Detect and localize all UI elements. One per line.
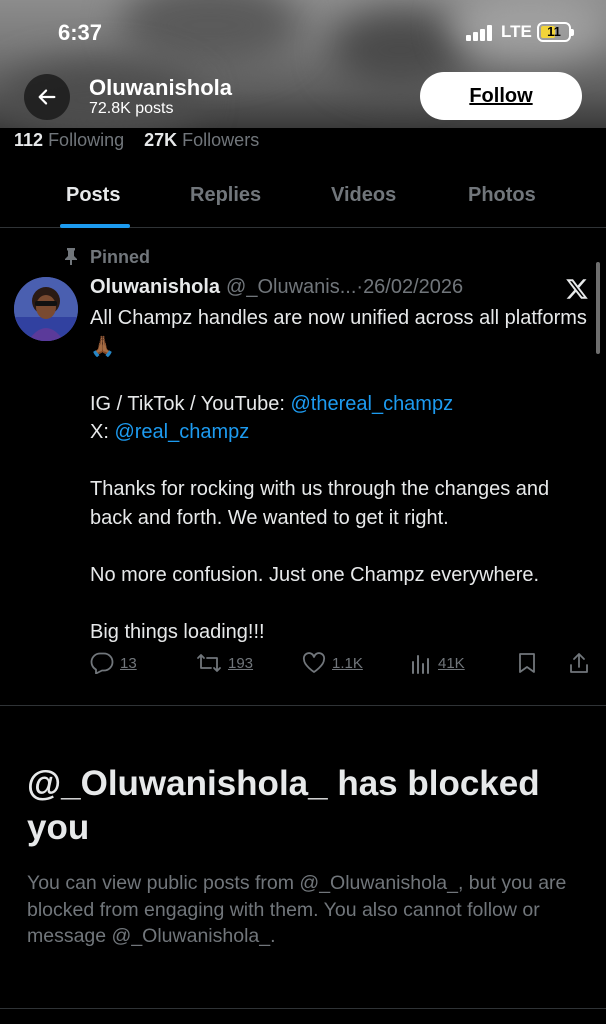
active-tab-indicator	[60, 224, 130, 228]
status-bar: 6:37 LTE 11	[0, 0, 606, 64]
share-icon	[570, 653, 588, 673]
post-actions: 13 193 1.1K 41K	[90, 652, 595, 678]
post-author[interactable]: Oluwanishola @_Oluwanis...·26/02/2026	[90, 276, 463, 299]
pin-icon	[65, 248, 77, 265]
header-name: Oluwanishola	[89, 75, 233, 100]
heart-icon	[302, 652, 326, 673]
like-button[interactable]: 1.1K	[302, 652, 363, 674]
bookmark-icon	[519, 653, 535, 673]
pinned-label: Pinned	[62, 247, 150, 268]
repost-icon	[197, 654, 221, 672]
header-post-count: 72.8K posts	[89, 100, 174, 117]
bookmark-button[interactable]	[517, 652, 537, 674]
blocked-description: You can view public posts from @_Oluwani…	[27, 872, 567, 947]
tab-posts[interactable]: Posts	[66, 184, 120, 207]
post-handle: @_Oluwanis...	[226, 276, 357, 298]
signal-icon	[466, 25, 494, 41]
battery-level: 11	[547, 24, 561, 39]
post-text: All Champz handles are now unified acros…	[90, 307, 587, 643]
reply-button[interactable]: 13	[90, 652, 137, 674]
post-date: 26/02/2026	[363, 276, 464, 298]
battery-icon: 11	[537, 22, 574, 42]
followers-link[interactable]: 27K Followers	[144, 130, 259, 150]
tab-replies[interactable]: Replies	[190, 184, 261, 207]
back-button[interactable]	[24, 74, 70, 120]
status-time: 6:37	[58, 20, 103, 45]
network-label: LTE	[501, 22, 532, 41]
share-button[interactable]	[568, 652, 590, 674]
tab-photos[interactable]: Photos	[468, 184, 536, 207]
profile-tabs: Posts Replies Videos Photos	[0, 165, 606, 228]
scrollbar[interactable]	[596, 262, 600, 354]
tab-videos[interactable]: Videos	[331, 184, 396, 207]
views-button[interactable]: 41K	[410, 652, 465, 674]
follow-button[interactable]: Follow	[420, 72, 582, 120]
avatar-image	[14, 277, 78, 341]
following-link[interactable]: 112 Following	[14, 130, 124, 150]
divider	[0, 705, 606, 706]
analytics-icon	[412, 655, 429, 674]
arrow-left-icon	[38, 89, 56, 105]
repost-button[interactable]: 193	[196, 652, 253, 674]
x-logo-icon	[566, 279, 588, 299]
avatar[interactable]	[14, 277, 78, 341]
mention-link-x[interactable]: @real_champz	[114, 421, 249, 443]
follow-stats: 112 Following 27K Followers	[14, 130, 259, 151]
mention-link-ig[interactable]: @thereal_champz	[290, 393, 453, 415]
pray-emoji: 🙏🏾	[90, 335, 115, 358]
blocked-title: @_Oluwanishola_ has blocked you	[27, 764, 540, 847]
divider	[0, 1008, 606, 1009]
reply-icon	[90, 652, 114, 674]
